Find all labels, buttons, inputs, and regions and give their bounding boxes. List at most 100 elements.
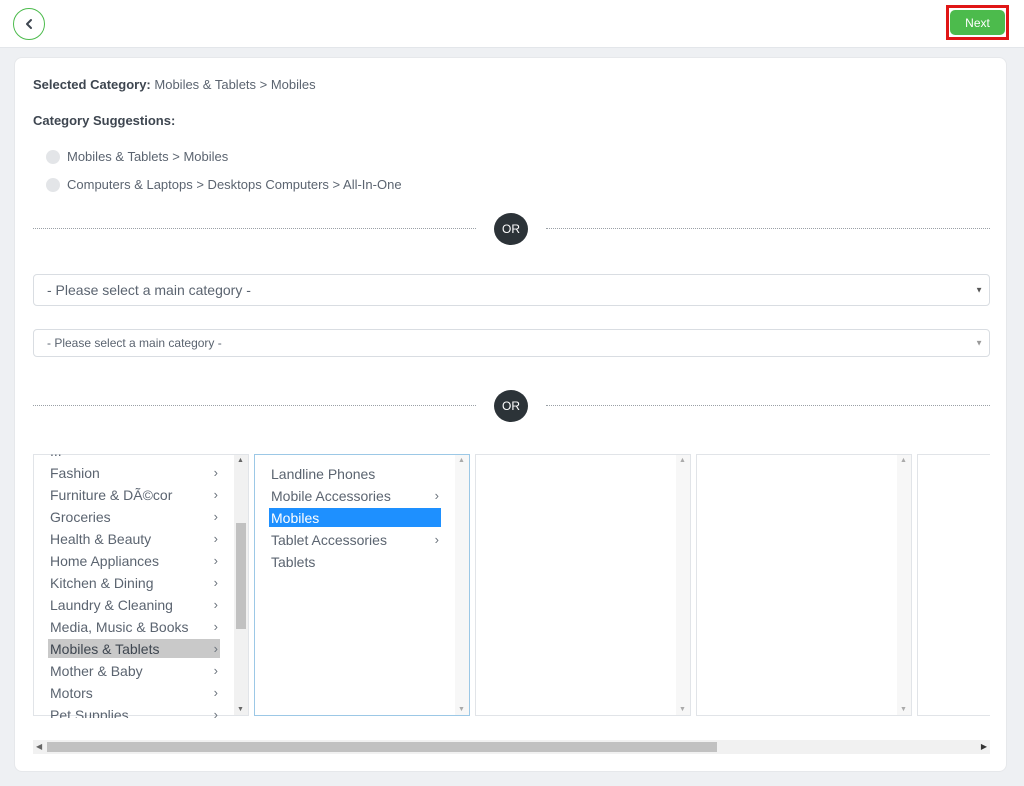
sub-category-select-value: - Please select a main category - [47,336,222,350]
chevron-right-icon: › [213,663,218,678]
chevron-right-icon: › [213,597,218,612]
scroll-down-arrow-icon[interactable]: ▼ [679,706,686,713]
selected-category: Selected Category: Mobiles & Tablets > M… [33,77,316,92]
next-button[interactable]: Next [950,10,1005,35]
category-column-5 [917,454,990,716]
category-item-label: ... [50,454,62,459]
top-bar: Next [0,0,1024,48]
category-item-label: Kitchen & Dining [50,574,154,591]
sub-category-select[interactable]: - Please select a main category - ▼ [33,329,990,357]
scrollbar-thumb[interactable] [236,523,246,629]
subcategory-item-mobile-accessories[interactable]: Mobile Accessories › [269,486,441,505]
scroll-down-arrow-icon[interactable]: ▼ [900,706,907,713]
category-item-motors[interactable]: Motors › [48,683,220,702]
chevron-right-icon: › [213,619,218,634]
column-browser-horizontal-scrollbar[interactable]: ◀ ▶ [33,740,990,754]
chevron-right-icon: › [213,641,218,656]
scroll-up-arrow-icon[interactable]: ▲ [900,457,907,464]
chevron-right-icon: › [434,532,439,547]
category-item-groceries[interactable]: Groceries › [48,507,220,526]
divider-line [546,405,990,406]
radio-button[interactable] [46,150,60,164]
divider-line [33,228,476,229]
category-column-4: ▲ ▼ [696,454,912,716]
radio-button[interactable] [46,178,60,192]
category-item-label: Health & Beauty [50,530,152,547]
category-item-label: Mobiles & Tablets [50,640,160,657]
subcategory-item-landline-phones[interactable]: Landline Phones [269,464,441,483]
divider-line [33,405,476,406]
main-category-select-value: - Please select a main category - [47,282,251,298]
column-scrollbar[interactable]: ▲ ▼ [455,455,469,715]
category-item-label: Furniture & DÃ©cor [50,486,173,503]
category-item-label: Pet Supplies [50,706,129,719]
category-item-label: Tablet Accessories [271,531,387,548]
subcategory-item-tablets[interactable]: Tablets [269,552,441,571]
category-item-home-appliances[interactable]: Home Appliances › [48,551,220,570]
subcategory-item-mobiles[interactable]: Mobiles [269,508,441,527]
suggestion-option-2[interactable]: Computers & Laptops > Desktops Computers… [46,176,402,192]
category-item-label: Home Appliances [50,552,159,569]
scroll-down-arrow-icon[interactable]: ▼ [237,706,244,713]
next-button-highlight: Next [946,5,1009,40]
dropdown-caret-icon: ▼ [975,338,983,348]
category-item-label: Fashion [50,464,100,481]
suggestion-label: Computers & Laptops > Desktops Computers… [67,176,402,192]
chevron-right-icon: › [213,553,218,568]
selected-category-value: Mobiles & Tablets > Mobiles [154,77,316,92]
category-item-pet-supplies[interactable]: Pet Supplies › [48,705,220,719]
category-item-label: Mobiles [271,509,320,526]
divider-line [546,228,990,229]
category-item-label: Landline Phones [271,465,376,482]
category-item-label: Tablets [271,553,316,570]
subcategory-item-tablet-accessories[interactable]: Tablet Accessories › [269,530,441,549]
category-item-health-beauty[interactable]: Health & Beauty › [48,529,220,548]
scroll-right-arrow-icon[interactable]: ▶ [981,742,987,751]
category-item-mother-baby[interactable]: Mother & Baby › [48,661,220,680]
suggestions-title: Category Suggestions: [33,113,176,128]
scroll-left-arrow-icon[interactable]: ◀ [36,742,42,751]
category-item-label: Laundry & Cleaning [50,596,173,613]
chevron-right-icon: › [213,575,218,590]
or-badge: OR [494,390,528,422]
scroll-up-arrow-icon[interactable]: ▲ [237,457,244,464]
chevron-left-icon [26,19,32,29]
scroll-down-arrow-icon[interactable]: ▼ [458,706,465,713]
category-item-laundry-cleaning[interactable]: Laundry & Cleaning › [48,595,220,614]
category-item-furniture[interactable]: Furniture & DÃ©cor › [48,485,220,504]
selected-category-label: Selected Category: [33,77,151,92]
dropdown-caret-icon: ▼ [975,285,983,295]
category-item-kitchen-dining[interactable]: Kitchen & Dining › [48,573,220,592]
back-button[interactable] [13,8,45,40]
category-item-label: Groceries [50,508,111,525]
category-column-browser: ... Fashion › Furniture & DÃ©cor › Groce… [33,454,990,718]
category-item-partial[interactable]: ... [48,454,220,460]
category-item-label: Motors [50,684,93,701]
main-category-select[interactable]: - Please select a main category - ▼ [33,274,990,306]
suggestion-option-1[interactable]: Mobiles & Tablets > Mobiles [46,148,228,164]
chevron-right-icon: › [213,707,218,718]
category-item-label: Mother & Baby [50,662,143,679]
column-scrollbar[interactable]: ▲ ▼ [676,455,690,715]
chevron-right-icon: › [213,685,218,700]
chevron-right-icon: › [213,509,218,524]
or-divider: OR [33,390,990,422]
main-category-column: ... Fashion › Furniture & DÃ©cor › Groce… [33,454,249,719]
column-scrollbar[interactable]: ▲ ▼ [234,455,248,715]
scrollbar-thumb[interactable] [47,742,717,752]
column-scrollbar[interactable]: ▲ ▼ [897,455,911,715]
scroll-up-arrow-icon[interactable]: ▲ [679,457,686,464]
or-divider: OR [33,213,990,245]
or-badge: OR [494,213,528,245]
scroll-up-arrow-icon[interactable]: ▲ [458,457,465,464]
sub-category-column: Landline Phones Mobile Accessories › Mob… [254,454,470,716]
chevron-right-icon: › [213,465,218,480]
category-item-label: Media, Music & Books [50,618,189,635]
category-card: Selected Category: Mobiles & Tablets > M… [14,57,1007,772]
category-item-fashion[interactable]: Fashion › [48,463,220,482]
chevron-right-icon: › [213,531,218,546]
category-item-mobiles-tablets[interactable]: Mobiles & Tablets › [48,639,220,658]
category-column-3: ▲ ▼ [475,454,691,716]
chevron-right-icon: › [213,487,218,502]
category-item-media-music-books[interactable]: Media, Music & Books › [48,617,220,636]
